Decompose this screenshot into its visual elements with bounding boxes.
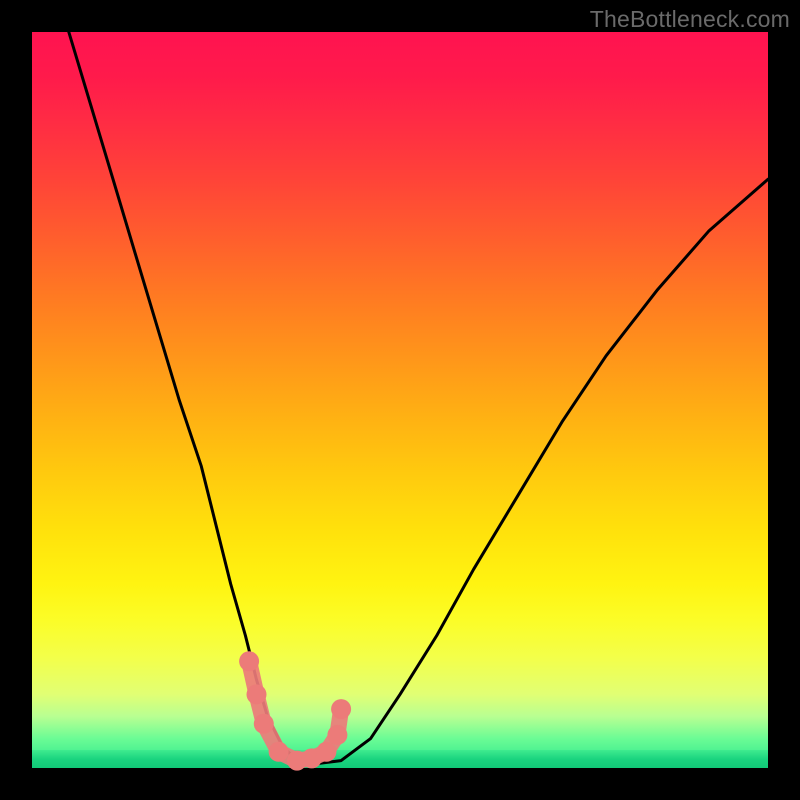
marker-dot	[247, 684, 267, 704]
plot-area	[32, 32, 768, 768]
marker-dot	[254, 714, 274, 734]
marker-dot	[316, 742, 336, 762]
curve-layer	[32, 32, 768, 768]
marker-dot	[327, 725, 347, 745]
marker-dots	[239, 651, 351, 770]
marker-dot	[269, 742, 289, 762]
bottleneck-curve	[69, 32, 768, 764]
marker-dot	[331, 699, 351, 719]
chart-frame: TheBottleneck.com	[0, 0, 800, 800]
watermark-text: TheBottleneck.com	[590, 6, 790, 33]
bottleneck-curve-path	[69, 32, 768, 764]
marker-dot	[239, 651, 259, 671]
